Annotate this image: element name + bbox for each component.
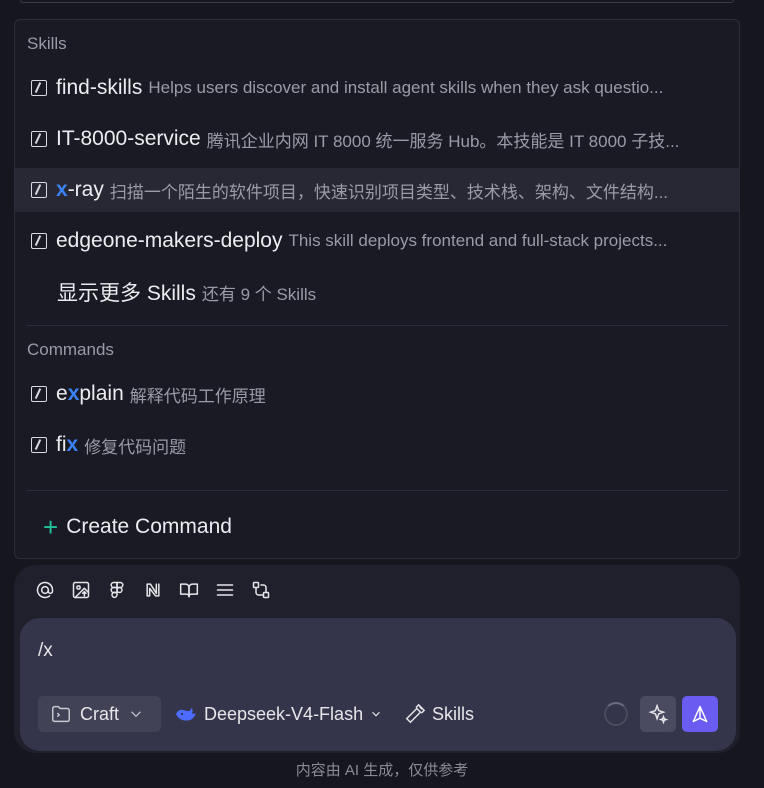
skill-name: x-ray [56, 178, 104, 201]
chevron-down-icon [131, 711, 141, 718]
skill-description: 扫描一个陌生的软件项目，快速识别项目类型、技术栈、架构、文件结构... [109, 182, 669, 202]
skill-item-x-ray[interactable]: x-ray 扫描一个陌生的软件项目，快速识别项目类型、技术栈、架构、文件结构..… [15, 168, 739, 212]
skill-item-it-8000-service[interactable]: IT-8000-service 腾讯企业内网 IT 8000 统一服务 Hub。… [15, 117, 739, 161]
figma-icon[interactable] [106, 579, 128, 601]
at-icon[interactable] [34, 579, 56, 601]
slash-command-popup: Skills find-skills Helps users discover … [14, 19, 740, 559]
skill-item-edgeone-makers-deploy[interactable]: edgeone-makers-deploy This skill deploys… [15, 219, 739, 263]
create-command-label: Create Command [66, 515, 232, 538]
show-more-label: 显示更多 Skills [57, 282, 196, 305]
slash-command-icon [31, 131, 47, 147]
skill-name: edgeone-makers-deploy [56, 229, 283, 252]
skill-description: Helps users discover and install agent s… [148, 78, 664, 97]
section-divider [27, 490, 728, 491]
chat-composer: /x Craft Deepseek-V4-Flash Skills [14, 565, 740, 753]
deepseek-whale-icon [176, 708, 196, 721]
model-label: Deepseek-V4-Flash [204, 703, 364, 724]
composer-toolbar [34, 579, 272, 601]
skill-description: This skill deploys frontend and full-sta… [288, 231, 668, 250]
skill-description: 腾讯企业内网 IT 8000 统一服务 Hub。本技能是 IT 8000 子技.… [206, 131, 680, 151]
command-item-explain[interactable]: explain 解释代码工作原理 [15, 372, 739, 416]
ai-disclaimer: 内容由 AI 生成，仅供参考 [295, 762, 469, 779]
send-button[interactable] [682, 696, 718, 732]
skills-label: Skills [432, 703, 475, 724]
book-icon[interactable] [178, 579, 200, 601]
flow-icon[interactable] [250, 579, 272, 601]
skill-name: IT-8000-service [56, 127, 201, 150]
plus-icon: + [43, 512, 59, 542]
list-icon[interactable] [214, 579, 236, 601]
previous-panel-edge [20, 0, 734, 3]
chevron-down-icon [372, 711, 380, 717]
commands-section-label: Commands [27, 340, 114, 359]
command-name: explain [56, 382, 124, 405]
slash-command-icon [31, 182, 47, 198]
notion-icon[interactable] [142, 579, 164, 601]
skills-button[interactable]: Skills [404, 696, 474, 732]
loading-icon [604, 702, 628, 726]
slash-command-icon [31, 233, 47, 249]
skills-section-label: Skills [27, 34, 67, 53]
enhance-prompt-button[interactable] [640, 696, 676, 732]
slash-command-icon [31, 80, 47, 96]
slash-command-icon [31, 437, 47, 453]
skill-item-find-skills[interactable]: find-skills Helps users discover and ins… [15, 66, 739, 110]
show-more-count: 还有 9 个 Skills [201, 284, 317, 304]
show-more-skills[interactable]: 显示更多 Skills 还有 9 个 Skills [15, 270, 739, 314]
command-item-fix[interactable]: fix 修复代码问题 [15, 423, 739, 467]
message-input-text[interactable]: /x [38, 640, 53, 662]
send-icon [692, 705, 708, 723]
sparkle-icon [648, 703, 669, 725]
mode-selector[interactable]: Craft [38, 696, 161, 732]
folder-icon [52, 705, 70, 723]
command-name: fix [56, 433, 79, 456]
command-description: 修复代码问题 [84, 437, 187, 457]
slash-command-icon [31, 386, 47, 402]
message-input[interactable]: /x Craft Deepseek-V4-Flash Skills [20, 618, 736, 751]
mode-label: Craft [80, 703, 120, 724]
hammer-icon [405, 703, 426, 724]
model-selector[interactable]: Deepseek-V4-Flash [174, 696, 383, 732]
create-command-button[interactable]: + Create Command [43, 514, 232, 540]
command-description: 解释代码工作原理 [129, 386, 266, 406]
skill-name: find-skills [56, 76, 143, 99]
section-divider [27, 325, 728, 326]
image-upload-icon[interactable] [70, 579, 92, 601]
